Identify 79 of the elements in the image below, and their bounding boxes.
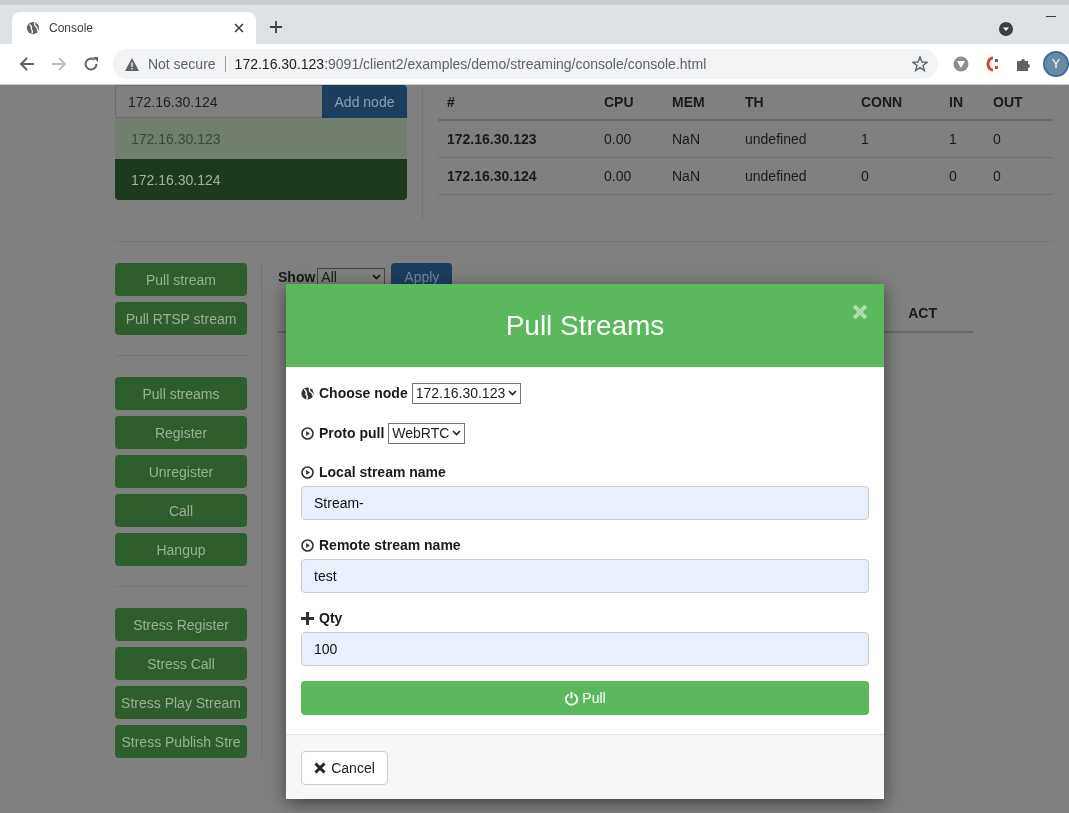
column-header: CONN	[852, 85, 940, 120]
input-field[interactable]: 100	[301, 632, 869, 666]
column-header: OUT	[984, 85, 1053, 120]
globe-icon	[26, 21, 40, 35]
play-circle-icon	[301, 465, 314, 479]
table-cell: NaN	[663, 157, 736, 195]
warning-icon	[124, 57, 139, 71]
action-button[interactable]: Hangup	[115, 533, 247, 566]
close-icon[interactable]	[234, 23, 244, 33]
caret-icon	[508, 390, 518, 396]
field-label: Qty	[319, 610, 343, 626]
select-dropdown[interactable]: WebRTC	[388, 422, 466, 444]
tab-title: Console	[49, 21, 95, 35]
url-text: 172.16.30.123:9091/client2/examples/demo/streaming/console/console.html	[234, 56, 707, 72]
column-header: IN	[940, 85, 984, 120]
table-cell: undefined	[736, 120, 852, 158]
table-cell: 0.00	[595, 120, 663, 158]
play-circle-icon	[301, 538, 314, 552]
field-label: Proto pull	[319, 425, 385, 441]
table-cell: 1	[940, 120, 984, 158]
action-button[interactable]: Pull streams	[115, 377, 247, 410]
table-cell: 0	[984, 157, 1053, 195]
column-header: #	[438, 85, 595, 120]
column-header: ACT	[908, 305, 937, 321]
action-button[interactable]: Stress Call	[115, 647, 247, 680]
star-icon[interactable]	[912, 56, 929, 72]
input-field[interactable]: test	[301, 559, 869, 593]
back-icon[interactable]	[19, 56, 35, 72]
plus-icon[interactable]	[269, 20, 283, 34]
action-button[interactable]: Unregister	[115, 455, 247, 488]
field-label: Remote stream name	[319, 537, 461, 553]
table-cell: 0	[984, 120, 1053, 158]
input-field[interactable]: Stream-	[301, 486, 869, 520]
dialog-title: Pull Streams	[505, 309, 665, 342]
caret-icon	[372, 274, 382, 280]
table-cell: NaN	[663, 120, 736, 158]
action-button[interactable]: Stress Register	[115, 608, 247, 641]
security-label: Not secure	[147, 56, 216, 72]
action-button[interactable]: Register	[115, 416, 247, 449]
select-dropdown[interactable]: 172.16.30.123	[411, 382, 522, 404]
add-node-button[interactable]: Add node	[322, 85, 407, 118]
play-circle-icon	[301, 426, 314, 440]
show-label: Show	[278, 269, 316, 285]
field-label: Local stream name	[319, 464, 446, 480]
action-button[interactable]: Stress Publish Stre	[115, 725, 247, 758]
table-cell: 0	[852, 157, 940, 195]
caret-icon	[452, 430, 462, 436]
profile-avatar[interactable]: Y	[1043, 51, 1069, 77]
node-input[interactable]: 172.16.30.124	[115, 85, 322, 118]
dropdown-icon[interactable]	[998, 21, 1014, 37]
table-cell: 0	[940, 157, 984, 195]
action-button[interactable]: Pull stream	[115, 263, 247, 296]
action-button[interactable]: Pull RTSP stream	[115, 302, 247, 335]
plus-icon	[301, 611, 314, 625]
action-button[interactable]: Call	[115, 494, 247, 527]
address-bar[interactable]: Not secure 172.16.30.123:9091/client2/examples/demo/streaming/console/console.html	[112, 49, 939, 79]
column-header: CPU	[595, 85, 663, 120]
table-cell: 1	[852, 120, 940, 158]
pull-button[interactable]: Pull	[301, 681, 869, 715]
node-list-item[interactable]: 172.16.30.124	[115, 159, 407, 200]
action-button[interactable]: Stress Play Stream	[115, 686, 247, 719]
node-list-item[interactable]: 172.16.30.123	[115, 118, 407, 159]
globe-icon	[301, 386, 314, 400]
table-cell: 0.00	[595, 157, 663, 195]
puzzle-icon[interactable]	[1015, 56, 1032, 72]
shield-extension-icon[interactable]	[953, 56, 970, 72]
power-icon	[564, 690, 580, 706]
browser-tab[interactable]: Console	[12, 12, 256, 44]
reload-icon[interactable]	[82, 56, 99, 72]
table-cell: undefined	[736, 157, 852, 195]
close-icon	[314, 762, 327, 774]
column-header: MEM	[663, 85, 736, 120]
table-cell: 172.16.30.123	[438, 120, 595, 158]
minimize-icon[interactable]	[1046, 16, 1056, 18]
field-label: Choose node	[319, 385, 408, 401]
cancel-button[interactable]: Cancel	[301, 751, 388, 785]
column-header: TH	[736, 85, 852, 120]
extension-icon[interactable]	[984, 55, 1001, 73]
table-cell: 172.16.30.124	[438, 157, 595, 195]
